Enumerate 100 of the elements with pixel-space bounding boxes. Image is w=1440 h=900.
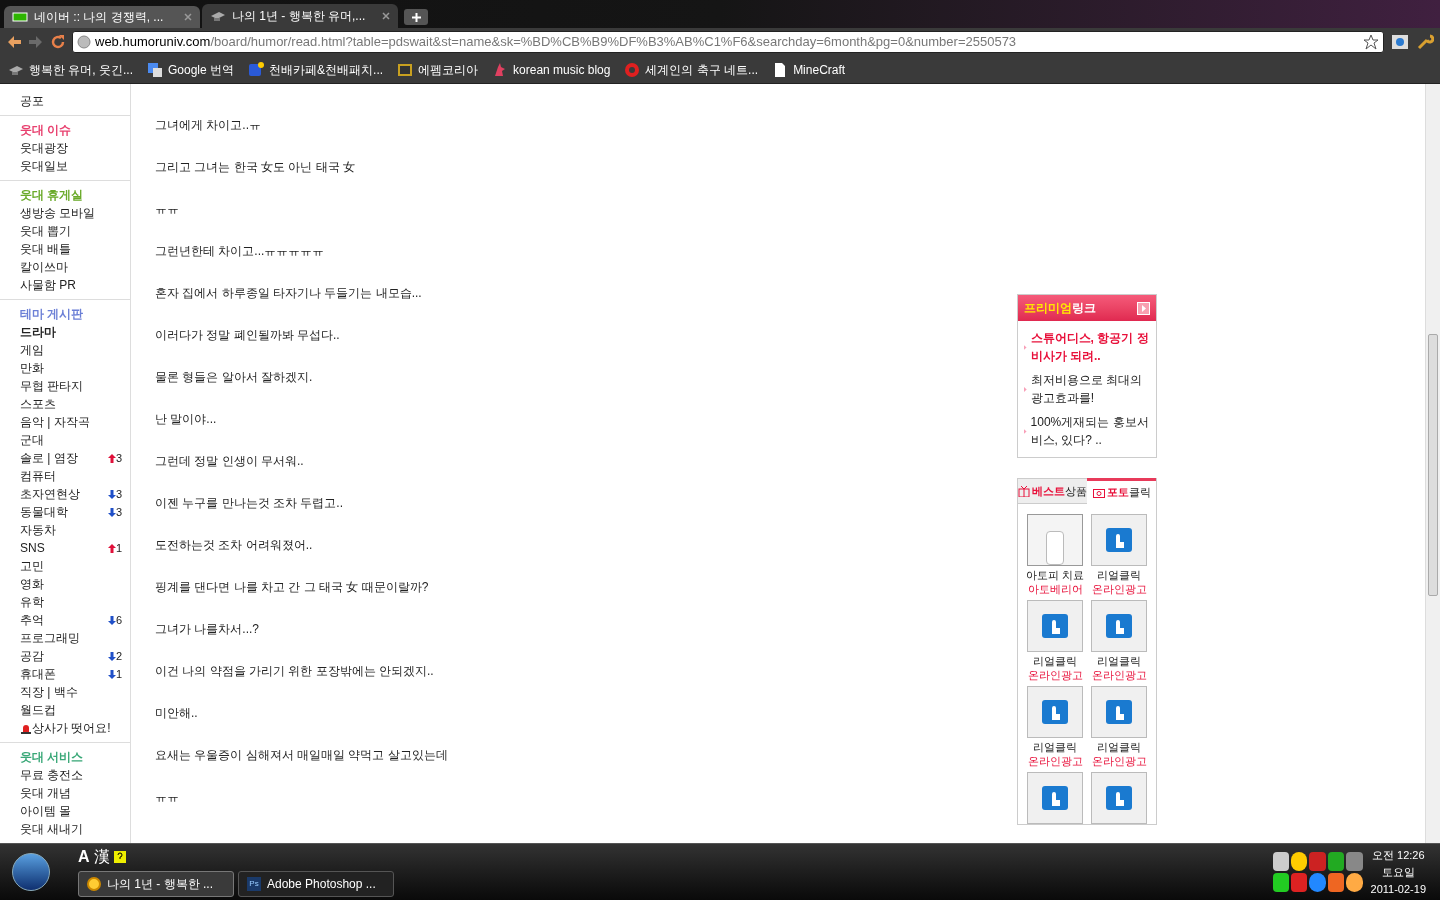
sidebar-link[interactable]: 아이템 몰 [20, 802, 122, 820]
close-icon[interactable] [184, 13, 192, 21]
sidebar-link[interactable]: 웃대 배틀 [20, 240, 122, 258]
sidebar-link[interactable]: 프로그래밍 [20, 629, 122, 647]
article-line: 그녀에게 차이고..ㅠ [155, 117, 262, 134]
section-title: 웃대 서비스 [20, 749, 85, 766]
help-icon[interactable] [113, 851, 126, 863]
browser-tab[interactable]: 네이버 :: 나의 경쟁력, ... [4, 6, 200, 28]
product-name[interactable]: 리얼클릭 [1097, 740, 1141, 754]
bookmark[interactable]: 세계인의 축구 네트... [624, 60, 759, 79]
scrollbar-thumb[interactable] [1428, 334, 1438, 596]
sidebar-link[interactable]: 영화 [20, 575, 122, 593]
ime-mode[interactable]: 漢 [93, 845, 110, 869]
sidebar-link[interactable]: 칼이쓰마 [20, 258, 122, 276]
sidebar-link[interactable]: 생방송 모바일 [20, 204, 122, 222]
bookmark[interactable]: MineCraft [772, 60, 846, 79]
wrench-icon[interactable] [1416, 33, 1434, 51]
product-name[interactable]: 리얼클릭 [1097, 654, 1141, 668]
ad-link[interactable]: 100%게재되는 홍보서비스, 있다? .. [1030, 413, 1152, 449]
product-subtitle[interactable]: 온라인광고 [1027, 754, 1083, 768]
gift-icon [1018, 485, 1030, 497]
sidebar-link[interactable]: 컴퓨터 [20, 467, 122, 485]
article-line: 미안해.. [155, 705, 199, 722]
sidebar-link[interactable]: 휴대폰 [20, 665, 108, 683]
sidebar-link[interactable]: 공감 [20, 647, 108, 665]
sidebar-link[interactable]: 웃대 뽑기 [20, 222, 122, 240]
sidebar-link[interactable]: 직장 | 백수 [20, 683, 122, 701]
product-subtitle[interactable]: 온라인광고 [1091, 754, 1147, 768]
bookmark[interactable]: 에펨코리아 [397, 60, 479, 79]
taskbar-button[interactable]: 나의 1년 - 행복한 ... [78, 871, 234, 897]
product-subtitle[interactable]: 온라인광고 [1091, 668, 1147, 682]
article-line: 혼자 집에서 하루종일 타자기나 두들기는 내모습... [155, 285, 423, 302]
bookmark[interactable]: korean music blog [492, 60, 611, 79]
sidebar-link[interactable]: 웃대 개념 [20, 784, 122, 802]
sidebar-link[interactable]: 추억 [20, 611, 108, 629]
bookmark[interactable]: 행복한 유머, 웃긴... [8, 60, 133, 79]
page-icon[interactable] [1390, 33, 1410, 51]
language-indicator[interactable]: A [78, 845, 90, 869]
bullet-icon [1024, 385, 1027, 393]
sidebar-link[interactable]: 자동차 [20, 521, 122, 539]
sidebar-link[interactable]: 무협 판타지 [20, 377, 122, 395]
forward-icon[interactable] [28, 35, 44, 49]
article-line: 이러다가 정말 폐인될까봐 무섭다.. [155, 327, 341, 344]
sidebar-link[interactable]: 무료 충전소 [20, 766, 122, 784]
sidebar-link[interactable]: 솔로 | 염장 [20, 449, 108, 467]
sidebar-link[interactable]: 웃대광장 [20, 139, 122, 157]
sidebar-link[interactable]: 드라마 [20, 323, 122, 341]
sidebar-link[interactable]: 웃대 새내기 [20, 820, 122, 838]
ad-link[interactable]: 최저비용으로 최대의 광고효과를! [1030, 371, 1152, 407]
article-line: ㅠㅠ [155, 789, 180, 806]
star-icon[interactable] [1363, 34, 1379, 50]
tray-icons-drawing[interactable] [1272, 852, 1363, 892]
premium-link-title: 프리미엄링크 [1024, 300, 1096, 317]
sidebar-link[interactable]: 고민 [20, 557, 122, 575]
play-icon[interactable] [1137, 301, 1150, 315]
product-name[interactable]: 리얼클릭 [1033, 654, 1077, 668]
product-tab[interactable]: 베스트상품 [1018, 478, 1087, 504]
siren-icon [20, 722, 32, 734]
bookmark[interactable]: 천배카페&천배패치... [248, 60, 384, 79]
browser-tab[interactable]: 나의 1년 - 행복한 유머,... [202, 4, 398, 28]
close-icon[interactable] [382, 12, 390, 20]
app-icon: Ps [247, 877, 261, 891]
address-bar[interactable]: web.humoruniv.com/board/humor/read.html?table=pdswait&st=name&sk=%BD%CB%B9%DF%B3%AB%C1%F6&searchday=6month&pg=0&number=2550573 [72, 31, 1384, 53]
sidebar-link[interactable]: 게임 [20, 341, 122, 359]
rank-change: 3 [115, 504, 122, 520]
sidebar-link[interactable]: 만화 [20, 359, 122, 377]
product-photo[interactable] [1027, 514, 1083, 566]
section-title: 웃대 이슈 [20, 122, 73, 139]
scrollbar[interactable] [1425, 84, 1440, 843]
sidebar-link[interactable]: 동물대학 [20, 503, 108, 521]
back-icon[interactable] [6, 35, 22, 49]
article-line: 요새는 우울증이 심해져서 매일매일 약먹고 살고있는데 [155, 747, 449, 764]
sidebar-link[interactable]: 월드컵 [20, 701, 122, 719]
taskbar-button[interactable]: Ps Adobe Photoshop ... [238, 871, 394, 897]
reload-icon[interactable] [50, 34, 66, 50]
sidebar-link[interactable]: 상사가 떳어요! [32, 719, 122, 737]
start-button[interactable] [12, 853, 50, 891]
product-name[interactable]: 아토피 치료 [1025, 568, 1085, 582]
sidebar-link[interactable]: SNS [20, 539, 108, 557]
product-subtitle[interactable]: 온라인광고 [1027, 668, 1083, 682]
ad-link[interactable]: 스튜어디스, 항공기 정비사가 되려.. [1030, 329, 1152, 365]
sidebar-link[interactable]: 초자연현상 [20, 485, 108, 503]
sidebar-link[interactable]: 스포츠 [20, 395, 122, 413]
sidebar-link[interactable]: 웃대일보 [20, 157, 122, 175]
product-name[interactable]: 리얼클릭 [1097, 568, 1141, 582]
sidebar-link[interactable]: 공포 [20, 92, 122, 110]
product-name[interactable]: 리얼클릭 [1033, 740, 1077, 754]
plus-icon[interactable] [411, 12, 421, 22]
article-line: 이젠 누구를 만나는것 조차 두렵고.. [155, 495, 344, 512]
camera-icon [1092, 487, 1105, 498]
rank-change: 3 [115, 486, 122, 502]
sidebar-link[interactable]: 유학 [20, 593, 122, 611]
new-tab-button[interactable] [404, 9, 428, 25]
sidebar-link[interactable]: 음악 | 자작곡 [20, 413, 122, 431]
sidebar-link[interactable]: 군대 [20, 431, 122, 449]
product-subtitle[interactable]: 온라인광고 [1091, 582, 1147, 596]
product-subtitle[interactable]: 아토베리어 [1027, 582, 1083, 596]
bookmark[interactable]: Google 번역 [147, 60, 235, 79]
rank-change: 1 [115, 666, 122, 682]
sidebar-link[interactable]: 사물함 PR [20, 276, 122, 294]
